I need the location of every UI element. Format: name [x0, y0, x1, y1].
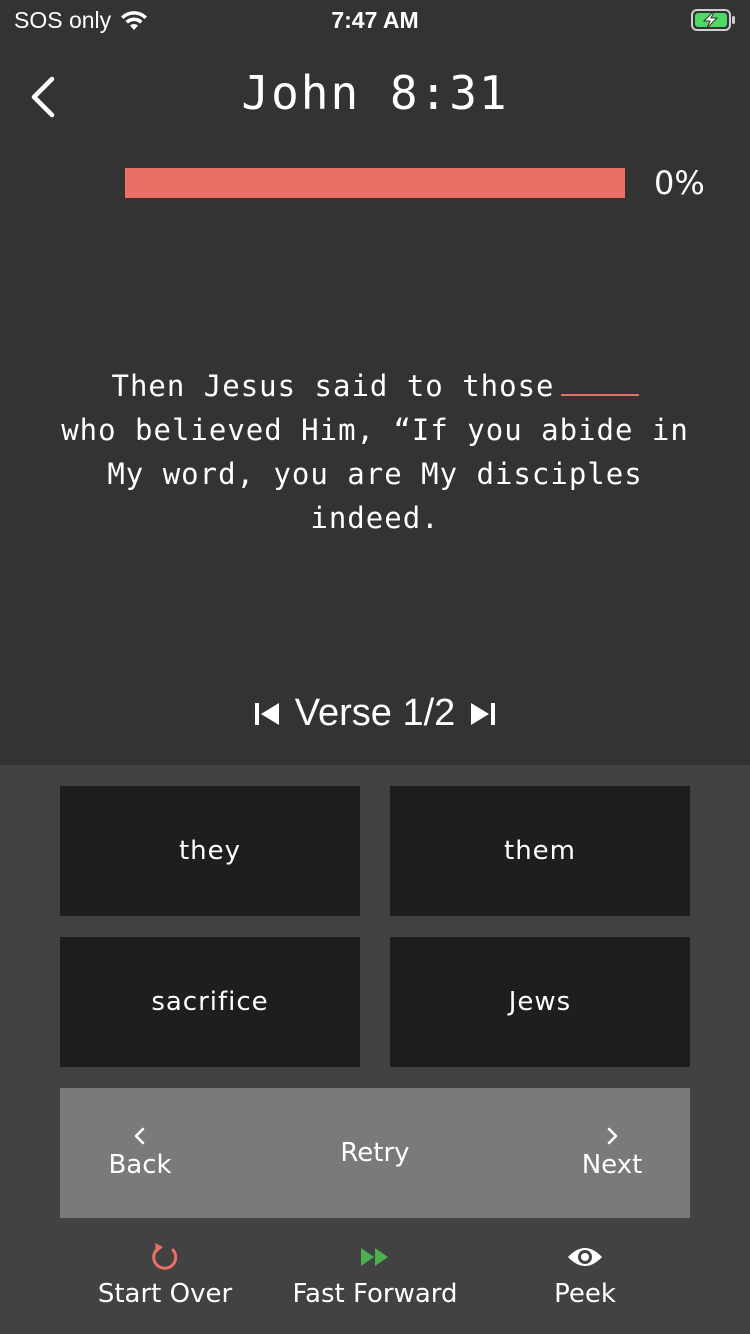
status-time: 7:47 AM: [331, 7, 419, 33]
chevron-left-icon: [134, 1127, 145, 1145]
choice-button-jews[interactable]: Jews: [390, 937, 690, 1067]
page-title: John 8:31: [241, 66, 509, 120]
verse-counter: Verse 1/2: [294, 692, 456, 734]
fast-forward-label: Fast Forward: [292, 1279, 458, 1309]
skip-previous-icon[interactable]: [253, 700, 281, 728]
back-button[interactable]: Back: [90, 1088, 190, 1218]
fast-forward-icon: [361, 1248, 388, 1266]
chevron-right-icon: [607, 1127, 618, 1145]
status-bar: SOS only 7:47 AM: [0, 0, 750, 44]
start-over-label: Start Over: [97, 1279, 233, 1309]
back-button-label: Back: [108, 1150, 172, 1180]
restart-icon: [152, 1243, 178, 1270]
battery-charging-icon: [691, 9, 735, 31]
verse-text: Then Jesus said to those who believed Hi…: [55, 364, 695, 540]
peek-button[interactable]: Peek: [525, 1241, 645, 1309]
retry-button-label: Retry: [340, 1138, 410, 1168]
progress-percent: 0%: [654, 164, 705, 202]
start-over-button[interactable]: Start Over: [80, 1241, 250, 1309]
choice-button-sacrifice[interactable]: sacrifice: [60, 937, 360, 1067]
verse-navigation: Verse 1/2: [0, 692, 750, 735]
next-button-label: Next: [581, 1150, 643, 1180]
fast-forward-button[interactable]: Fast Forward: [275, 1241, 475, 1309]
next-button[interactable]: Next: [562, 1088, 662, 1218]
retry-button[interactable]: Retry: [315, 1088, 435, 1218]
verse-blank: [560, 370, 639, 396]
action-bar: Back Retry Next: [60, 1088, 690, 1218]
verse-text-after: who believed Him, “If you abide in My wo…: [61, 413, 689, 535]
progress-bar: [125, 168, 625, 198]
verse-text-before: Then Jesus said to those: [111, 369, 555, 403]
skip-next-icon[interactable]: [469, 700, 497, 728]
answer-panel: they them sacrifice Jews Back Retry Next…: [0, 765, 750, 1334]
eye-icon: [568, 1248, 602, 1266]
choice-button-they[interactable]: they: [60, 786, 360, 916]
peek-label: Peek: [554, 1279, 616, 1309]
choice-button-them[interactable]: them: [390, 786, 690, 916]
